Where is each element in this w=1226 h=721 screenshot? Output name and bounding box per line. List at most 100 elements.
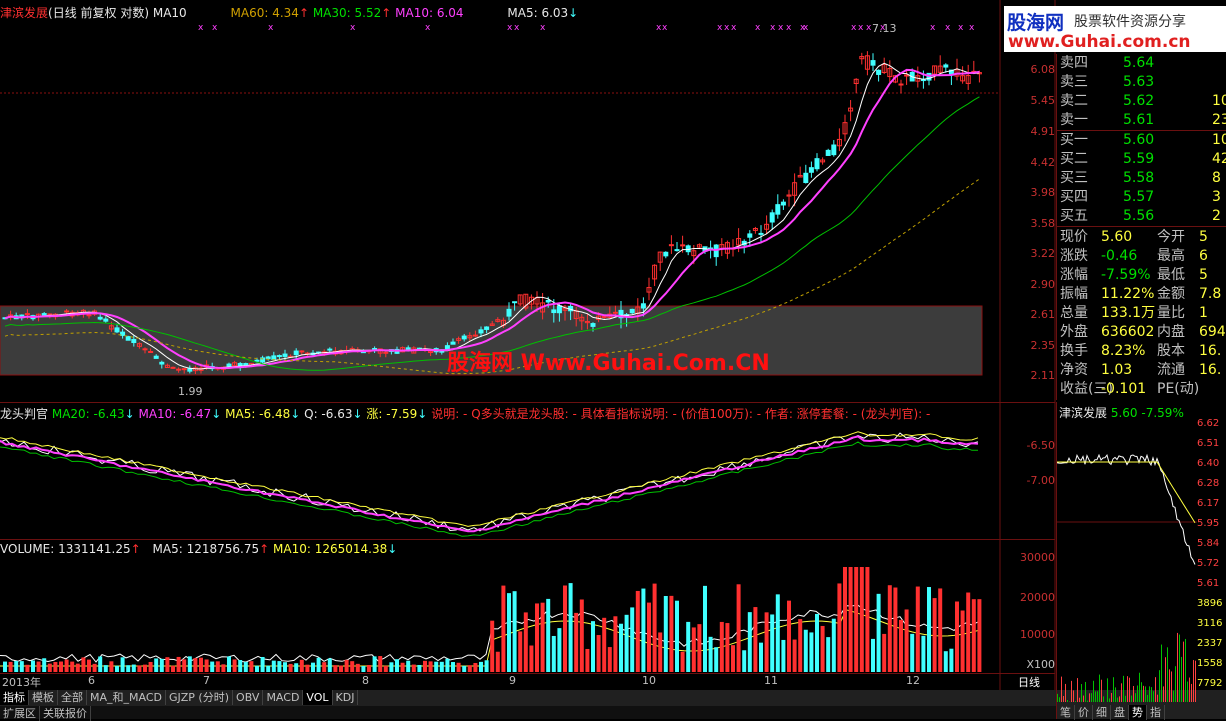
mini-volume-bar [1163, 686, 1164, 702]
volume-bar [905, 609, 909, 672]
mini-tab[interactable]: 指 [1147, 705, 1165, 720]
date-label: 12 [906, 674, 920, 687]
volume-bar [854, 567, 858, 672]
buy-row[interactable]: 买五5.562 [1057, 207, 1226, 226]
date-label: 2013年 [2, 674, 41, 690]
tab-template[interactable]: 模板 [29, 690, 58, 705]
candle-body [277, 356, 281, 357]
tab-vol[interactable]: VOL [303, 690, 332, 705]
volume-bar [272, 661, 276, 672]
volume-bar [529, 646, 533, 672]
volume-bar [949, 649, 953, 672]
ind-ma10: MA10: -6.47 [138, 407, 211, 421]
candle-body [781, 202, 785, 205]
candle-body [177, 369, 181, 370]
volume-bar [300, 660, 304, 672]
mini-volume-bar [1109, 698, 1110, 702]
volume-bar [759, 643, 763, 672]
volume-bar [65, 660, 69, 672]
date-label: 11 [764, 674, 778, 687]
mini-volume-bar [1179, 635, 1180, 702]
signal-marks: xxxxxxxxxxxxxxxxxxxxxxxxxxx [198, 23, 975, 33]
mini-volume-bar [1091, 693, 1092, 702]
signal-x-mark: x [425, 23, 431, 33]
volume-bar [193, 658, 197, 672]
mini-volume-bar [1079, 698, 1080, 702]
candle-body [115, 328, 119, 332]
mini-volume-bar [1107, 678, 1108, 702]
mini-volume-bar [1101, 680, 1102, 702]
buy-row[interactable]: 买二5.5942 [1057, 150, 1226, 169]
indicator-name[interactable]: 龙头判官 [0, 407, 48, 421]
mini-volume-bar [1191, 684, 1192, 702]
mini-volume-bar [1127, 676, 1128, 702]
mini-tab[interactable]: 笔 [1057, 705, 1075, 720]
signal-x-mark: x [724, 23, 730, 33]
price-axis-label: 3.98 [1003, 186, 1055, 199]
signal-x-mark: x [858, 23, 864, 33]
tab-indicator[interactable]: 指标 [0, 690, 29, 705]
mini-volume-bar [1149, 686, 1150, 702]
volume-bar [53, 662, 57, 672]
intraday-mini-chart[interactable]: 津滨发展 5.60 -7.59% 6.626.516.406.286.175.9… [1056, 402, 1226, 719]
mini-volume-bar [1111, 693, 1112, 702]
signal-x-mark: x [945, 23, 951, 33]
volume-bar [664, 596, 668, 672]
volume-bar [507, 593, 511, 672]
period-label[interactable]: 日线 [1018, 674, 1040, 690]
mini-tab[interactable]: 盘 [1111, 705, 1129, 720]
volume-bar [619, 624, 623, 672]
ind-q: Q: -6.63 [304, 407, 352, 421]
volume-bar [725, 623, 729, 672]
sell-row[interactable]: 卖三5.63 [1057, 73, 1226, 92]
volume-bar [345, 660, 349, 672]
volume-bar [832, 619, 836, 672]
volume-bar [205, 659, 209, 672]
mini-tab[interactable]: 价 [1075, 705, 1093, 720]
volume-bar [910, 634, 914, 672]
candle-body [171, 367, 175, 368]
buy-row[interactable]: 买三5.588 [1057, 169, 1226, 188]
buy-row[interactable]: 买四5.573 [1057, 188, 1226, 207]
candle-body [630, 309, 634, 312]
mini-tab[interactable]: 势 [1129, 705, 1147, 720]
tab-kdj[interactable]: KDJ [333, 690, 359, 705]
tab-all[interactable]: 全部 [58, 690, 87, 705]
volume-bar [686, 622, 690, 672]
sell-row[interactable]: 卖二5.6210 [1057, 92, 1226, 111]
signal-x-mark: x [930, 23, 936, 33]
mini-avg-line [1057, 462, 1195, 523]
candle-body [485, 327, 489, 329]
tab-gjzp[interactable]: GJZP (分时) [166, 690, 233, 705]
sell-row[interactable]: 卖四5.64 [1057, 54, 1226, 73]
volume-bar [737, 584, 741, 672]
signal-x-mark: x [268, 23, 274, 33]
ind-axis-label: -6.50 [1003, 439, 1055, 452]
volume-bar [70, 662, 74, 672]
candle-body [182, 369, 186, 370]
mini-volume-bar [1157, 695, 1158, 702]
candle-body [675, 250, 679, 251]
volume-bar [569, 583, 573, 672]
volume-bar [160, 659, 164, 672]
candle-body [406, 348, 410, 349]
tab-macd[interactable]: MACD [263, 690, 303, 705]
volume-bar [440, 662, 444, 672]
volume-bar [177, 657, 181, 672]
mini-tab[interactable]: 细 [1093, 705, 1111, 720]
site-logo: 股海网 股票软件资源分享 www.Guhai.com.cn [1004, 6, 1226, 52]
volume-bar [182, 659, 186, 672]
sell-row[interactable]: 卖一5.6123 [1057, 111, 1226, 130]
candle-body [591, 324, 595, 327]
buy-row[interactable]: 买一5.6010 [1057, 131, 1226, 150]
price-axis-label: 3.22 [1003, 247, 1055, 260]
signal-x-mark: x [350, 23, 356, 33]
tab-ma-macd[interactable]: MA_和_MACD [87, 690, 166, 705]
bottom-tab-bar: 扩展区关联报价 [0, 706, 1226, 719]
volume-bar [597, 635, 601, 672]
tab-obv[interactable]: OBV [233, 690, 263, 705]
mini-volume-bar [1081, 684, 1082, 702]
volume-bar [485, 660, 489, 672]
mini-volume-bar [1121, 683, 1122, 702]
volume-bar [283, 662, 287, 672]
